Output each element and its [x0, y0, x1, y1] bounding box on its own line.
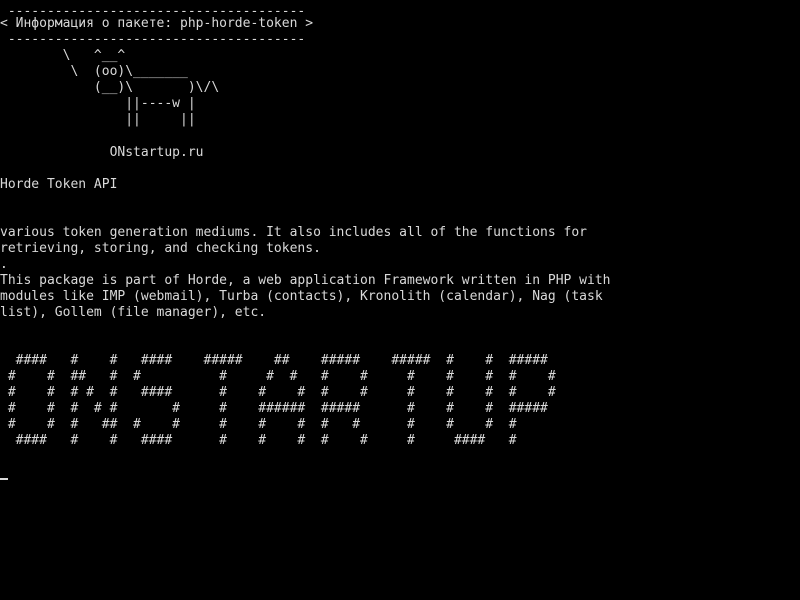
terminal-screen[interactable]: -------------------------------------- <… [0, 0, 800, 600]
cowsay-bottom-border: -------------------------------------- [0, 32, 306, 47]
banner-line: # # # # # # # ###### ##### # # # ##### [0, 401, 548, 416]
description-line: various token generation mediums. It als… [0, 225, 587, 240]
site-name: ONstartup.ru [0, 145, 204, 160]
cow-art-line: || || [0, 112, 196, 127]
cowsay-title: < Информация о пакете: php-horde-token > [0, 16, 314, 31]
banner-line: #### # # #### # # # # # # #### # [0, 433, 517, 448]
description-line: list), Gollem (file manager), etc. [0, 305, 267, 320]
banner-line: #### # # #### ##### ## ##### ##### # # #… [0, 353, 548, 368]
text-cursor [0, 478, 8, 480]
description-line: . [0, 257, 8, 272]
cow-art-line: (__)\ )\/\ [0, 80, 220, 95]
banner-line: # # # ## # # # # # # # # # # # [0, 417, 517, 432]
cow-art-line: ||----w | [0, 96, 196, 111]
description-line: modules like IMP (webmail), Turba (conta… [0, 289, 603, 304]
description-line: retrieving, storing, and checking tokens… [0, 241, 321, 256]
description-line: This package is part of Horde, a web app… [0, 273, 611, 288]
cow-art-line: \ ^__^ [0, 48, 126, 63]
banner-line: # # ## # # # # # # # # # # # # [0, 369, 556, 384]
package-summary: Horde Token API [0, 177, 118, 192]
banner-line: # # # # # #### # # # # # # # # # # [0, 385, 556, 400]
cow-art-line: \ (oo)\_______ [0, 64, 188, 79]
